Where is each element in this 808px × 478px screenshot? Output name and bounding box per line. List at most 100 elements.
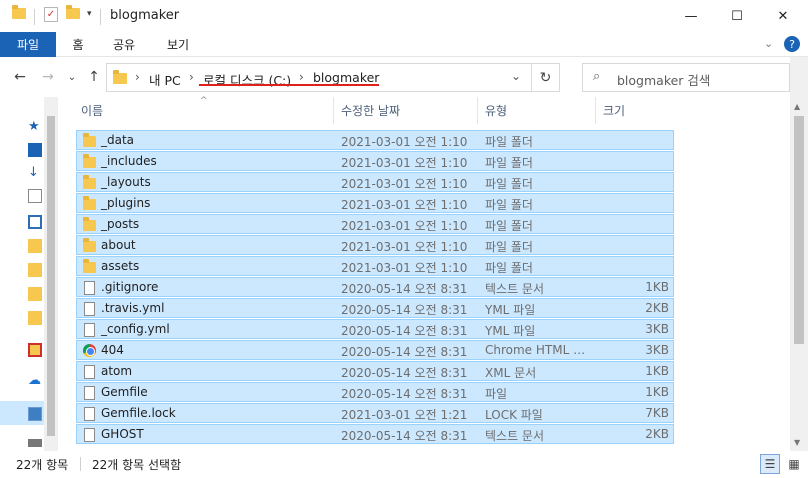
folder-icon[interactable] bbox=[28, 263, 42, 277]
file-name: 404 bbox=[101, 343, 124, 357]
file-date: 2020-05-14 오전 8:31 bbox=[341, 387, 468, 401]
forward-button[interactable]: → bbox=[38, 67, 58, 87]
file-row[interactable]: 404 2020-05-14 오전 8:31 Chrome HTML D... 3KB bbox=[76, 340, 674, 360]
file-row[interactable]: _plugins 2021-03-01 오전 1:10 파일 폴더 bbox=[76, 193, 674, 213]
file-name: GHOST bbox=[101, 427, 144, 441]
file-size: 3KB bbox=[645, 322, 669, 336]
file-type: LOCK 파일 bbox=[485, 408, 543, 422]
file-row[interactable]: atom 2020-05-14 오전 8:31 XML 문서 1KB bbox=[76, 361, 674, 381]
column-headers: 이름 수정한 날짜 유형 크기 bbox=[58, 97, 790, 124]
file-date: 2021-03-01 오전 1:21 bbox=[341, 408, 468, 422]
help-icon[interactable]: ? bbox=[784, 36, 800, 52]
file-row[interactable]: _includes 2021-03-01 오전 1:10 파일 폴더 bbox=[76, 151, 674, 171]
file-list-scroll-thumb[interactable] bbox=[794, 116, 804, 344]
file-row[interactable]: _posts 2021-03-01 오전 1:10 파일 폴더 bbox=[76, 214, 674, 234]
address-dropdown-icon[interactable]: ⌄ bbox=[511, 69, 521, 83]
recent-locations-button[interactable]: ⌄ bbox=[62, 67, 82, 87]
details-view-icon[interactable]: ☰ bbox=[760, 454, 780, 474]
file-type: 파일 폴더 bbox=[485, 219, 533, 233]
file-row[interactable]: GHOST 2020-05-14 오전 8:31 텍스트 문서 2KB bbox=[76, 424, 674, 444]
breadcrumb-blogmaker[interactable]: blogmaker bbox=[313, 70, 379, 85]
folder-icon[interactable] bbox=[28, 239, 42, 253]
refresh-button[interactable]: ↻ bbox=[532, 63, 560, 92]
file-row[interactable]: _config.yml 2020-05-14 오전 8:31 YML 파일 3KB bbox=[76, 319, 674, 339]
tab-home[interactable]: 홈 bbox=[60, 32, 96, 57]
quick-access-icon[interactable]: ★ bbox=[28, 119, 42, 134]
file-row[interactable]: about 2021-03-01 오전 1:10 파일 폴더 bbox=[76, 235, 674, 255]
file-type: 텍스트 문서 bbox=[485, 282, 545, 296]
tab-file[interactable]: 파일 bbox=[0, 32, 56, 57]
file-date: 2021-03-01 오전 1:10 bbox=[341, 240, 468, 254]
file-type: 파일 폴더 bbox=[485, 198, 533, 212]
breadcrumb-this-pc[interactable]: 내 PC bbox=[149, 70, 181, 89]
item-count: 22개 항목 bbox=[16, 458, 69, 472]
file-date: 2020-05-14 오전 8:31 bbox=[341, 282, 468, 296]
folder-icon bbox=[83, 196, 96, 210]
file-name: atom bbox=[101, 364, 133, 378]
file-row[interactable]: .travis.yml 2020-05-14 오전 8:31 YML 파일 2KB bbox=[76, 298, 674, 318]
tab-share[interactable]: 공유 bbox=[104, 32, 144, 57]
downloads-icon[interactable]: ↓ bbox=[28, 165, 42, 180]
pictures-icon[interactable] bbox=[28, 215, 42, 229]
close-button[interactable]: ✕ bbox=[760, 0, 806, 32]
computer-icon[interactable] bbox=[28, 407, 42, 421]
new-folder-icon[interactable] bbox=[66, 5, 80, 19]
file-type: 파일 폴더 bbox=[485, 156, 533, 170]
file-name: _config.yml bbox=[101, 322, 170, 336]
address-bar[interactable]: › 내 PC › 로컬 디스크 (C:) › blogmaker ⌄ bbox=[106, 63, 532, 92]
column-header-date[interactable]: 수정한 날짜 bbox=[334, 97, 478, 124]
tab-view[interactable]: 보기 bbox=[156, 32, 200, 57]
file-row[interactable]: Gemfile 2020-05-14 오전 8:31 파일 1KB bbox=[76, 382, 674, 402]
folder-icon bbox=[83, 175, 96, 189]
shared-folder-icon[interactable] bbox=[28, 343, 42, 357]
divider bbox=[80, 457, 81, 471]
file-list: _data 2021-03-01 오전 1:10 파일 폴더 _includes 202… bbox=[58, 130, 790, 451]
scroll-up-icon[interactable]: ▲ bbox=[794, 102, 800, 111]
minimize-button[interactable]: — bbox=[668, 0, 714, 32]
file-name: _layouts bbox=[101, 175, 151, 189]
back-button[interactable]: ← bbox=[10, 67, 30, 87]
file-row[interactable]: .gitignore 2020-05-14 오전 8:31 텍스트 문서 1KB bbox=[76, 277, 674, 297]
file-name: _posts bbox=[101, 217, 140, 231]
nav-pane-scroll-thumb[interactable] bbox=[47, 116, 55, 436]
file-type: YML 파일 bbox=[485, 303, 536, 317]
file-date: 2021-03-01 오전 1:10 bbox=[341, 261, 468, 275]
column-header-size[interactable]: 크기 bbox=[596, 97, 674, 124]
breadcrumb-separator[interactable]: › bbox=[189, 70, 194, 84]
up-button[interactable]: ↑ bbox=[84, 67, 104, 87]
file-row[interactable]: Gemfile.lock 2021-03-01 오전 1:21 LOCK 파일 7KB bbox=[76, 403, 674, 423]
breadcrumb-separator[interactable]: › bbox=[299, 70, 304, 84]
file-row[interactable]: _data 2021-03-01 오전 1:10 파일 폴더 bbox=[76, 130, 674, 150]
documents-icon[interactable] bbox=[28, 189, 42, 203]
large-icons-view-icon[interactable]: ▦ bbox=[784, 454, 804, 474]
customize-quick-access-icon[interactable]: ▾ bbox=[87, 9, 92, 19]
breadcrumb-separator[interactable]: › bbox=[135, 70, 140, 84]
chevron-down-icon[interactable]: ⌄ bbox=[764, 37, 773, 50]
file-type: 파일 폴더 bbox=[485, 240, 533, 254]
onedrive-icon[interactable]: ☁ bbox=[28, 373, 42, 388]
file-type: 파일 폴더 bbox=[485, 135, 533, 149]
file-name: Gemfile bbox=[101, 385, 148, 399]
file-row[interactable]: assets 2021-03-01 오전 1:10 파일 폴더 bbox=[76, 256, 674, 276]
file-name: _includes bbox=[101, 154, 157, 168]
search-input[interactable]: ⌕ blogmaker 검색 bbox=[582, 63, 790, 92]
file-size: 1KB bbox=[645, 385, 669, 399]
file-size: 2KB bbox=[645, 301, 669, 315]
breadcrumb-local-disk[interactable]: 로컬 디스크 (C:) bbox=[203, 70, 291, 89]
file-date: 2020-05-14 오전 8:31 bbox=[341, 324, 468, 338]
desktop-icon[interactable] bbox=[28, 143, 42, 157]
folder-icon[interactable] bbox=[28, 287, 42, 301]
scroll-down-icon[interactable]: ▼ bbox=[794, 438, 800, 447]
properties-icon[interactable]: ✓ bbox=[44, 7, 58, 22]
file-row[interactable]: _layouts 2021-03-01 오전 1:10 파일 폴더 bbox=[76, 172, 674, 192]
drive-icon[interactable] bbox=[28, 439, 42, 447]
folder-icon[interactable] bbox=[12, 5, 26, 19]
column-header-type[interactable]: 유형 bbox=[478, 97, 596, 124]
file-date: 2020-05-14 오전 8:31 bbox=[341, 345, 468, 359]
folder-icon[interactable] bbox=[28, 311, 42, 325]
file-icon bbox=[84, 386, 95, 400]
file-size: 1KB bbox=[645, 364, 669, 378]
search-icon: ⌕ bbox=[593, 69, 601, 84]
maximize-button[interactable]: ☐ bbox=[714, 0, 760, 32]
file-name: about bbox=[101, 238, 136, 252]
